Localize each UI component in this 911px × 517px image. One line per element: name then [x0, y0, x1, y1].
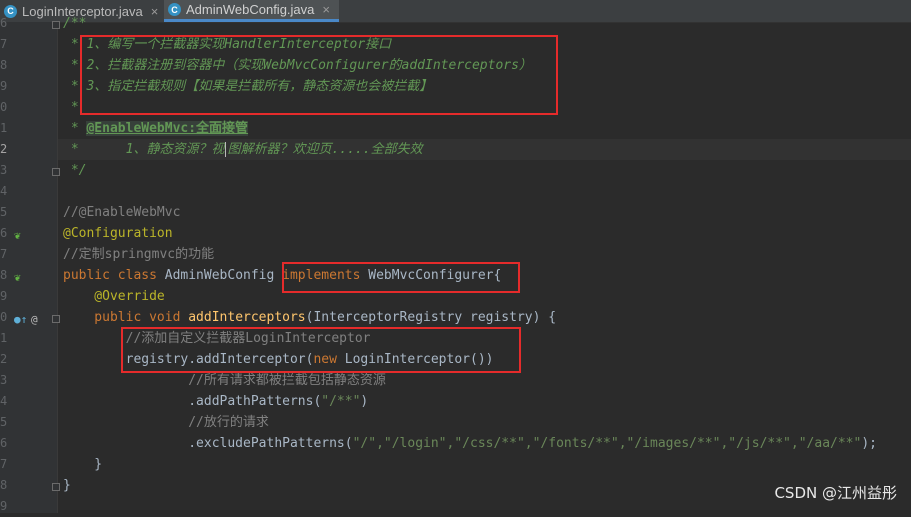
code-text: registry.addInterceptor( [63, 352, 313, 367]
comment-text: * 3、指定拦截规则【如果是拦截所有，静态资源也会被拦截】 [63, 76, 432, 97]
line-number: 6 [0, 13, 12, 34]
line-comment: //添加自定义拦截器LoginInterceptor [63, 328, 371, 349]
code-line: public class AdminWebConfig implements W… [58, 265, 911, 286]
line-number: 6 [0, 433, 12, 454]
code-text: } [63, 475, 71, 496]
method-params: (InterceptorRegistry registry) { [306, 310, 556, 325]
line-number: 8 [0, 475, 12, 496]
line-number: 3 [0, 370, 12, 391]
code-line: //定制springmvc的功能 [58, 244, 911, 265]
code-line: * @EnableWebMvc:全面接管 [58, 118, 911, 139]
code-line: registry.addInterceptor(new LoginInterce… [58, 349, 911, 370]
line-number: 7 [0, 454, 12, 475]
line-number: 7 [0, 244, 12, 265]
bean-icon[interactable]: ❦ [14, 272, 21, 284]
override-icon[interactable]: ●↑ [14, 314, 27, 326]
line-number: 0 [0, 97, 12, 118]
class-name: AdminWebConfig [165, 268, 282, 283]
comment-text: * [63, 97, 79, 118]
line-number: 2 [0, 349, 12, 370]
comment-text: /** [63, 13, 86, 34]
code-line: //@EnableWebMvc [58, 202, 911, 223]
string-literal: "/","/login","/css/**","/fonts/**","/ima… [353, 436, 862, 451]
method-name: addInterceptors [188, 310, 305, 325]
code-line: * 2、拦截器注册到容器中（实现WebMvcConfigurer的addInte… [58, 55, 911, 76]
code-line: /** [58, 13, 911, 34]
line-number: 9 [0, 76, 12, 97]
code-editor[interactable]: /** * 1、编写一个拦截器实现HandlerInterceptor接口 * … [58, 22, 911, 513]
line-number: 1 [0, 118, 12, 139]
keyword: implements [282, 268, 360, 283]
line-number: 0 [0, 307, 12, 328]
line-number: 2 [0, 139, 12, 160]
line-number: 9 [0, 496, 12, 517]
code-text: ); [861, 436, 877, 451]
line-number: 4 [0, 181, 12, 202]
line-number: 3 [0, 160, 12, 181]
keyword: public void [63, 310, 188, 325]
current-code-line: * 1、静态资源？视图解析器？欢迎页.....全部失效 [58, 139, 911, 160]
comment-text: * 1、编写一个拦截器实现HandlerInterceptor接口 [63, 34, 391, 55]
code-line: public void addInterceptors(InterceptorR… [58, 307, 911, 328]
code-line: //添加自定义拦截器LoginInterceptor [58, 328, 911, 349]
editor-gutter: 6 7 8 9 0 1 2 3 4 5 6 7 8 9 0 1 2 3 4 5 … [0, 22, 58, 513]
line-number: 9 [0, 286, 12, 307]
comment-text: * 1、静态资源？视 [63, 142, 224, 157]
code-line [58, 181, 911, 202]
code-text: LoginInterceptor()) [337, 352, 494, 367]
watermark: CSDN @江州益彤 [774, 482, 897, 503]
comment-text: */ [63, 160, 86, 181]
annotation-icon[interactable]: @ [31, 314, 38, 326]
code-line: .addPathPatterns("/**") [58, 391, 911, 412]
line-number: 4 [0, 391, 12, 412]
code-line: * 3、指定拦截规则【如果是拦截所有，静态资源也会被拦截】 [58, 76, 911, 97]
line-number: 5 [0, 202, 12, 223]
comment-text: * 2、拦截器注册到容器中（实现WebMvcConfigurer的addInte… [63, 55, 532, 76]
code-line: //所有请求都被拦截包括静态资源 [58, 370, 911, 391]
line-number: 1 [0, 328, 12, 349]
line-number: 5 [0, 412, 12, 433]
code-text: .addPathPatterns( [63, 394, 321, 409]
line-number: 7 [0, 34, 12, 55]
line-comment: //放行的请求 [63, 412, 269, 433]
line-number: 8 [0, 265, 12, 286]
line-comment: //定制springmvc的功能 [63, 244, 214, 265]
javadoc-tag: @EnableWebMvc:全面接管 [86, 121, 248, 136]
keyword: new [313, 352, 336, 367]
code-text: } [63, 454, 102, 475]
code-line: @Configuration [58, 223, 911, 244]
keyword: public class [63, 268, 165, 283]
line-number: 6 [0, 223, 12, 244]
line-comment: //@EnableWebMvc [63, 202, 180, 223]
code-text: .excludePathPatterns( [63, 436, 353, 451]
comment-text: 图解析器？欢迎页.....全部失效 [227, 142, 422, 157]
code-line: * 1、编写一个拦截器实现HandlerInterceptor接口 [58, 34, 911, 55]
line-number: 8 [0, 55, 12, 76]
comment-text: * [63, 121, 86, 136]
code-line: //放行的请求 [58, 412, 911, 433]
code-text: ) [360, 394, 368, 409]
bean-icon[interactable]: ❦ [14, 230, 21, 242]
code-line: .excludePathPatterns("/","/login","/css/… [58, 433, 911, 454]
annotation: @Configuration [63, 223, 173, 244]
line-comment: //所有请求都被拦截包括静态资源 [63, 370, 386, 391]
code-line: * [58, 97, 911, 118]
string-literal: "/**" [321, 394, 360, 409]
code-line: */ [58, 160, 911, 181]
interface-name: WebMvcConfigurer{ [360, 268, 501, 283]
code-line: @Override [58, 286, 911, 307]
annotation: @Override [63, 286, 165, 307]
code-line: } [58, 454, 911, 475]
